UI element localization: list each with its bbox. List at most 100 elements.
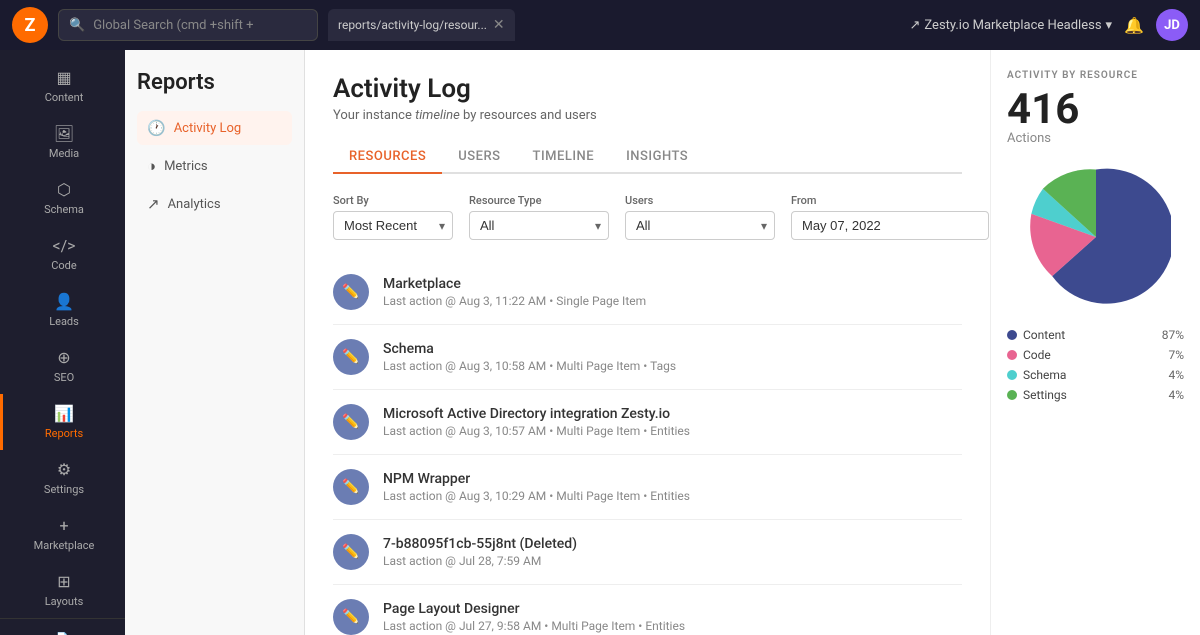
- external-link-icon: ↗: [909, 18, 920, 33]
- legend-dot-code: [1007, 350, 1017, 360]
- activity-item-name: Page Layout Designer: [383, 601, 685, 617]
- activity-item-info: Page Layout Designer Last action @ Jul 2…: [383, 601, 685, 633]
- sidebar-item-marketplace[interactable]: + Marketplace: [0, 506, 125, 562]
- activity-item-meta: Last action @ Aug 3, 10:29 AM • Multi Pa…: [383, 489, 690, 503]
- sort-by-select[interactable]: Most Recent Oldest First: [333, 211, 453, 240]
- resource-type-label: Resource Type: [469, 194, 609, 207]
- media-icon: 🖼: [54, 124, 74, 143]
- legend-pct-content: 87%: [1162, 328, 1184, 342]
- topbar: Z 🔍 Global Search (cmd +shift + reports/…: [0, 0, 1200, 50]
- activity-item-name: Schema: [383, 341, 676, 357]
- search-icon: 🔍: [69, 18, 85, 33]
- sidebar-analytics[interactable]: ↗ Analytics: [137, 187, 292, 221]
- activity-item-icon: ✏️: [333, 599, 369, 635]
- legend-pct-schema: 4%: [1168, 368, 1184, 382]
- activity-item-name: NPM Wrapper: [383, 471, 690, 487]
- resource-type-select-wrapper: All Single Page Item Multi Page Item: [469, 211, 609, 240]
- main-content-row: Activity Log Your instance timeline by r…: [305, 50, 1200, 635]
- activity-item-icon: ✏️: [333, 339, 369, 375]
- sidebar-item-leads[interactable]: 👤 Leads: [0, 282, 125, 338]
- nav-docs[interactable]: 📄 Docs: [0, 627, 125, 635]
- tab-nav: RESOURCES USERS TIMELINE INSIGHTS: [333, 141, 962, 174]
- leads-icon: 👤: [54, 292, 74, 311]
- activity-item-icon: ✏️: [333, 404, 369, 440]
- search-placeholder: Global Search (cmd +shift +: [93, 18, 253, 33]
- sidebar-item-reports[interactable]: 📊 Reports: [0, 394, 125, 450]
- resource-type-select[interactable]: All Single Page Item Multi Page Item: [469, 211, 609, 240]
- activity-item-icon: ✏️: [333, 469, 369, 505]
- page-title: Activity Log: [333, 74, 962, 104]
- filters-row: Sort By Most Recent Oldest First Resourc…: [333, 194, 962, 240]
- activity-item-meta: Last action @ Aug 3, 10:58 AM • Multi Pa…: [383, 359, 676, 373]
- from-date-input[interactable]: [791, 211, 989, 240]
- users-label: Users: [625, 194, 775, 207]
- list-item[interactable]: ✏️ NPM Wrapper Last action @ Aug 3, 10:2…: [333, 455, 962, 520]
- list-item[interactable]: ✏️ Page Layout Designer Last action @ Ju…: [333, 585, 962, 635]
- marketplace-icon: +: [59, 516, 68, 535]
- list-item[interactable]: ✏️ Schema Last action @ Aug 3, 10:58 AM …: [333, 325, 962, 390]
- schema-icon: ⬡: [57, 180, 71, 199]
- legend-dot-schema: [1007, 370, 1017, 380]
- legend: Content 87% Code 7% Schema 4%: [1007, 328, 1184, 402]
- list-item[interactable]: ✏️ 7-b88095f1cb-55j8nt (Deleted) Last ac…: [333, 520, 962, 585]
- reports-sidebar: Reports 🕐 Activity Log ◑ Metrics ↗ Analy…: [125, 50, 305, 635]
- tab-insights[interactable]: INSIGHTS: [610, 141, 704, 174]
- activity-log-icon: 🕐: [147, 119, 166, 137]
- actions-text: Actions: [1007, 131, 1184, 146]
- legend-dot-settings: [1007, 390, 1017, 400]
- activity-list: ✏️ Marketplace Last action @ Aug 3, 11:2…: [333, 260, 962, 635]
- marketplace-link[interactable]: ↗ Zesty.io Marketplace Headless ▾: [909, 18, 1112, 33]
- tab-users[interactable]: USERS: [442, 141, 516, 174]
- from-label: From: [791, 194, 989, 207]
- tab-timeline[interactable]: TIMELINE: [517, 141, 611, 174]
- activity-item-meta: Last action @ Jul 27, 9:58 AM • Multi Pa…: [383, 619, 685, 633]
- actions-count: 416: [1007, 89, 1184, 131]
- legend-pct-code: 7%: [1168, 348, 1184, 362]
- list-item[interactable]: ✏️ Marketplace Last action @ Aug 3, 11:2…: [333, 260, 962, 325]
- layouts-icon: ⊞: [57, 572, 70, 591]
- activity-item-info: Microsoft Active Directory integration Z…: [383, 406, 690, 438]
- sidebar-item-content[interactable]: ▦ Content: [0, 58, 125, 114]
- sidebar-item-code[interactable]: </> Code: [0, 226, 125, 282]
- settings-icon: ⚙: [57, 460, 71, 479]
- notification-bell-icon[interactable]: 🔔: [1124, 16, 1144, 35]
- sidebar-item-layouts[interactable]: ⊞ Layouts: [0, 562, 125, 618]
- reports-icon: 📊: [54, 404, 74, 423]
- users-select-wrapper: All: [625, 211, 775, 240]
- activity-item-meta: Last action @ Jul 28, 7:59 AM: [383, 554, 577, 568]
- legend-item-schema: Schema 4%: [1007, 368, 1184, 382]
- code-icon: </>: [52, 236, 75, 255]
- legend-pct-settings: 4%: [1168, 388, 1184, 402]
- sidebar-item-schema[interactable]: ⬡ Schema: [0, 170, 125, 226]
- sidebar-item-media[interactable]: 🖼 Media: [0, 114, 125, 170]
- browser-tab[interactable]: reports/activity-log/resour... ✕: [328, 9, 515, 41]
- legend-item-content: Content 87%: [1007, 328, 1184, 342]
- nav-label-content: Content: [45, 91, 84, 104]
- tab-label: reports/activity-log/resour...: [338, 18, 487, 32]
- nav-label-settings: Settings: [44, 483, 84, 496]
- sidebar-metrics[interactable]: ◑ Metrics: [137, 149, 292, 183]
- users-select[interactable]: All: [625, 211, 775, 240]
- nav-label-schema: Schema: [44, 203, 84, 216]
- legend-dot-content: [1007, 330, 1017, 340]
- activity-item-icon: ✏️: [333, 274, 369, 310]
- tab-resources[interactable]: RESOURCES: [333, 141, 442, 174]
- sidebar-item-settings[interactable]: ⚙ Settings: [0, 450, 125, 506]
- activity-item-name: Microsoft Active Directory integration Z…: [383, 406, 690, 422]
- metrics-icon: ◑: [147, 157, 156, 175]
- nav-label-marketplace: Marketplace: [34, 539, 95, 552]
- activity-item-info: NPM Wrapper Last action @ Aug 3, 10:29 A…: [383, 471, 690, 503]
- nav-label-reports: Reports: [45, 427, 83, 440]
- nav-label-layouts: Layouts: [45, 595, 84, 608]
- topbar-right: ↗ Zesty.io Marketplace Headless ▾ 🔔 JD: [909, 9, 1188, 41]
- avatar[interactable]: JD: [1156, 9, 1188, 41]
- nav-label-seo: SEO: [54, 371, 74, 384]
- seo-icon: ⊕: [57, 348, 70, 367]
- logo[interactable]: Z: [12, 7, 48, 43]
- list-item[interactable]: ✏️ Microsoft Active Directory integratio…: [333, 390, 962, 455]
- sidebar-activity-log[interactable]: 🕐 Activity Log: [137, 111, 292, 145]
- activity-item-info: Schema Last action @ Aug 3, 10:58 AM • M…: [383, 341, 676, 373]
- sidebar-item-seo[interactable]: ⊕ SEO: [0, 338, 125, 394]
- search-bar[interactable]: 🔍 Global Search (cmd +shift +: [58, 9, 318, 41]
- tab-close-icon[interactable]: ✕: [493, 17, 505, 33]
